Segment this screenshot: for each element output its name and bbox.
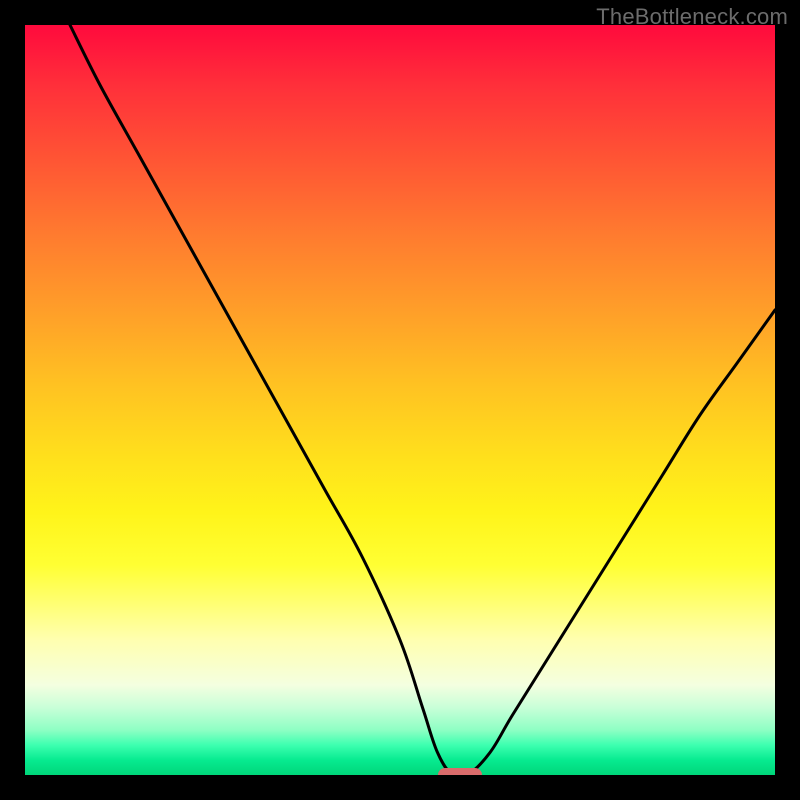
bottleneck-curve [25,25,775,775]
plot-area [25,25,775,775]
optimal-marker [438,768,482,775]
watermark-text: TheBottleneck.com [596,4,788,30]
chart-frame: TheBottleneck.com [0,0,800,800]
